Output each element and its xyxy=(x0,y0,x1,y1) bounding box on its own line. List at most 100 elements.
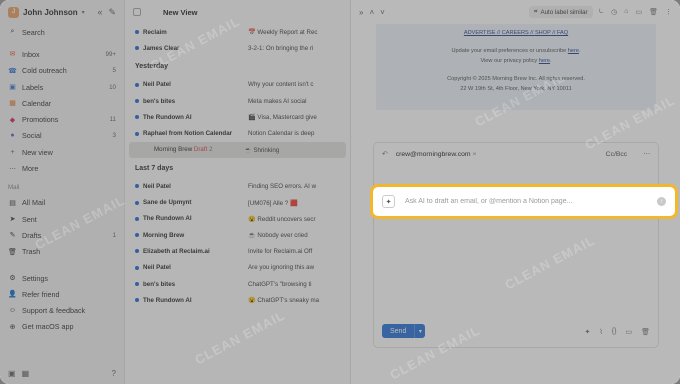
unread-dot xyxy=(135,233,139,238)
unread-dot xyxy=(135,115,139,120)
table-row[interactable]: The Rundown AI 😮 ChatGPT's sneaky ma xyxy=(125,292,350,308)
table-row[interactable]: The Rundown AI 😮 Reddit uncovers secr xyxy=(125,211,350,227)
sidebar-item-label: Inbox xyxy=(22,49,40,59)
label-icon[interactable]: ⌂ xyxy=(624,8,628,16)
code-icon[interactable]: {} xyxy=(612,328,617,336)
chevron-down-icon[interactable]: ▾ xyxy=(414,324,425,338)
help-icon[interactable]: ? xyxy=(112,369,116,378)
footer-link-shop[interactable]: SHOP xyxy=(535,30,551,36)
sidebar-item-get-macos-app[interactable]: ⊕ Get macOS app xyxy=(0,319,124,335)
sidebar-item-social[interactable]: ● Social 3 xyxy=(0,128,124,144)
send-button[interactable]: Send ▾ xyxy=(382,324,426,338)
table-row[interactable]: The Rundown AI 🎬 Visa, Mastercard give xyxy=(125,109,350,125)
refer-friend-icon: 👤 xyxy=(8,291,17,299)
submit-arrow-icon[interactable]: ↑ xyxy=(657,197,666,206)
table-row[interactable]: Sane de Upmynt [UM076] Alle ? 🟥 xyxy=(125,194,350,210)
chevron-up-icon[interactable]: ˄ xyxy=(369,8,374,17)
sidebar-item-promotions[interactable]: ◆ Promotions 11 xyxy=(0,111,124,127)
ai-icon[interactable]: ✦ xyxy=(585,328,591,336)
sidebar-item-labels[interactable]: ▣ Labels 10 xyxy=(0,79,124,95)
footer-link-careers[interactable]: CAREERS xyxy=(502,30,529,36)
table-row[interactable]: ben's bites Meta makes AI social xyxy=(125,93,350,109)
table-row[interactable]: Neil Patel Are you ignoring this aw xyxy=(125,260,350,276)
sidebar-item-support-feedback[interactable]: ☺ Support & feedback xyxy=(0,302,124,318)
thread-count: 2 xyxy=(209,146,213,154)
more-icon: ⋯ xyxy=(9,165,16,173)
more-icon[interactable]: ⋯ xyxy=(643,150,650,158)
unsubscribe-link[interactable]: here xyxy=(568,48,579,54)
archive-icon[interactable]: ▭ xyxy=(635,8,642,16)
table-row[interactable]: Neil Patel Finding SEO errors. AI w xyxy=(125,178,350,194)
unread-dot xyxy=(135,265,139,270)
search-button[interactable]: ⌕ Search xyxy=(0,24,124,40)
unread-dot xyxy=(135,82,139,87)
collapse-sidebar-icon[interactable]: « xyxy=(97,7,102,18)
table-row[interactable]: Morning Brew ☕ Nobody ever cried xyxy=(125,227,350,243)
view-title: New View xyxy=(163,7,198,17)
snooze-icon[interactable]: ⏾ xyxy=(599,8,605,16)
sidebar: J John Johnson ▾ « ✎ ⌕ Search ✉ Inbox 99+ ☎… xyxy=(0,0,124,384)
sender: Neil Patel xyxy=(143,81,171,89)
cc-bcc-button[interactable]: Cc/Bcc xyxy=(606,151,628,158)
table-row[interactable]: Elizabeth at Reclaim.ai Invite for Reclai… xyxy=(125,243,350,259)
table-row[interactable]: Raphael from Notion Calendar Notion Calen… xyxy=(125,125,350,141)
sidebar-item-inbox[interactable]: ✉ Inbox 99+ xyxy=(0,46,124,62)
table-row[interactable]: Neil Patel Why your content isn't c xyxy=(125,77,350,93)
subject: 😮 ChatGPT's sneaky ma xyxy=(248,297,320,305)
sidebar-item-label: Calendar xyxy=(22,98,52,108)
notion-icon[interactable]: ▣ xyxy=(8,369,16,378)
clock-icon[interactable]: ◷ xyxy=(611,8,617,16)
unread-dot xyxy=(135,298,139,303)
more-icon[interactable]: ⋮ xyxy=(665,8,672,16)
template-icon[interactable]: ▭ xyxy=(625,328,632,336)
unread-dot xyxy=(135,131,139,136)
footer-link-advertise[interactable]: ADVERTISE xyxy=(464,30,496,36)
chevron-down-icon[interactable]: ˅ xyxy=(380,8,385,17)
sidebar-item-refer-friend[interactable]: 👤 Refer friend xyxy=(0,286,124,302)
reply-icon[interactable]: ↶ xyxy=(382,150,388,158)
table-row[interactable]: ben's bites ChatGPT's "browsing ti xyxy=(125,276,350,292)
calendar-app-icon[interactable]: ▦ xyxy=(22,369,30,378)
app-window: J John Johnson ▾ « ✎ ⌕ Search ✉ Inbox 99+ ☎… xyxy=(0,0,680,384)
count-badge: 1 xyxy=(112,231,116,239)
ai-sparkle-icon: ✦ xyxy=(382,195,395,208)
recipient-chip[interactable]: crew@morningbrew.com × xyxy=(396,151,477,158)
subject: Invite for Reclaim.ai Off xyxy=(248,247,313,255)
table-row-selected[interactable]: Morning Brew Draft 2 ☕ Shrinking xyxy=(129,141,346,159)
account-name[interactable]: John Johnson xyxy=(23,8,78,17)
footer-link-faq[interactable]: FAQ xyxy=(557,30,568,36)
subject: Are you ignoring this aw xyxy=(248,264,315,272)
unread-dot xyxy=(135,249,139,254)
unread-dot xyxy=(135,30,139,35)
attach-icon[interactable]: ⌇ xyxy=(599,328,602,336)
sidebar-item-new-view[interactable]: + New view xyxy=(0,144,124,160)
select-all-checkbox[interactable] xyxy=(133,8,141,16)
sidebar-item-cold-outreach[interactable]: ☎ Cold outreach 5 xyxy=(0,63,124,79)
sidebar-item-label: Get macOS app xyxy=(22,322,74,332)
trash-icon[interactable]: 🗑 xyxy=(649,8,658,16)
sidebar-item-more[interactable]: ⋯ More xyxy=(0,160,124,176)
unread-dot xyxy=(135,46,139,51)
chevron-down-icon[interactable]: ▾ xyxy=(82,9,85,16)
ai-prompt-box[interactable]: ✦ ↑ xyxy=(370,184,678,219)
auto-label-button[interactable]: ⌗ Auto label similar xyxy=(528,6,593,18)
trash-icon[interactable]: 🗑 xyxy=(641,328,650,336)
subject: 📅 Weekly Report at Rec xyxy=(248,29,318,37)
subject: Notion Calendar is deep xyxy=(248,130,315,138)
sidebar-item-trash[interactable]: 🗑 Trash xyxy=(0,244,124,260)
privacy-link[interactable]: here xyxy=(539,58,550,64)
preferences-line: Update your email preferences or unsubsc… xyxy=(451,48,581,54)
subject: Why your content isn't c xyxy=(248,81,314,89)
compose-icon[interactable]: ✎ xyxy=(108,7,116,18)
drafts-icon: ✎ xyxy=(9,232,16,240)
sidebar-item-settings[interactable]: ⚙ Settings xyxy=(0,270,124,286)
address: 22 W 19th St, 4th Floor, New York, NY 10… xyxy=(460,86,572,92)
sidebar-item-calendar[interactable]: ▦ Calendar xyxy=(0,95,124,111)
ai-prompt-input[interactable] xyxy=(405,198,647,205)
unread-dot xyxy=(135,99,139,104)
expand-icon[interactable]: » xyxy=(359,8,363,17)
sender: The Rundown AI xyxy=(143,296,192,304)
remove-recipient-icon[interactable]: × xyxy=(473,151,477,158)
cold-outreach-icon: ☎ xyxy=(8,67,17,75)
account-header[interactable]: J John Johnson ▾ « ✎ xyxy=(0,0,124,24)
